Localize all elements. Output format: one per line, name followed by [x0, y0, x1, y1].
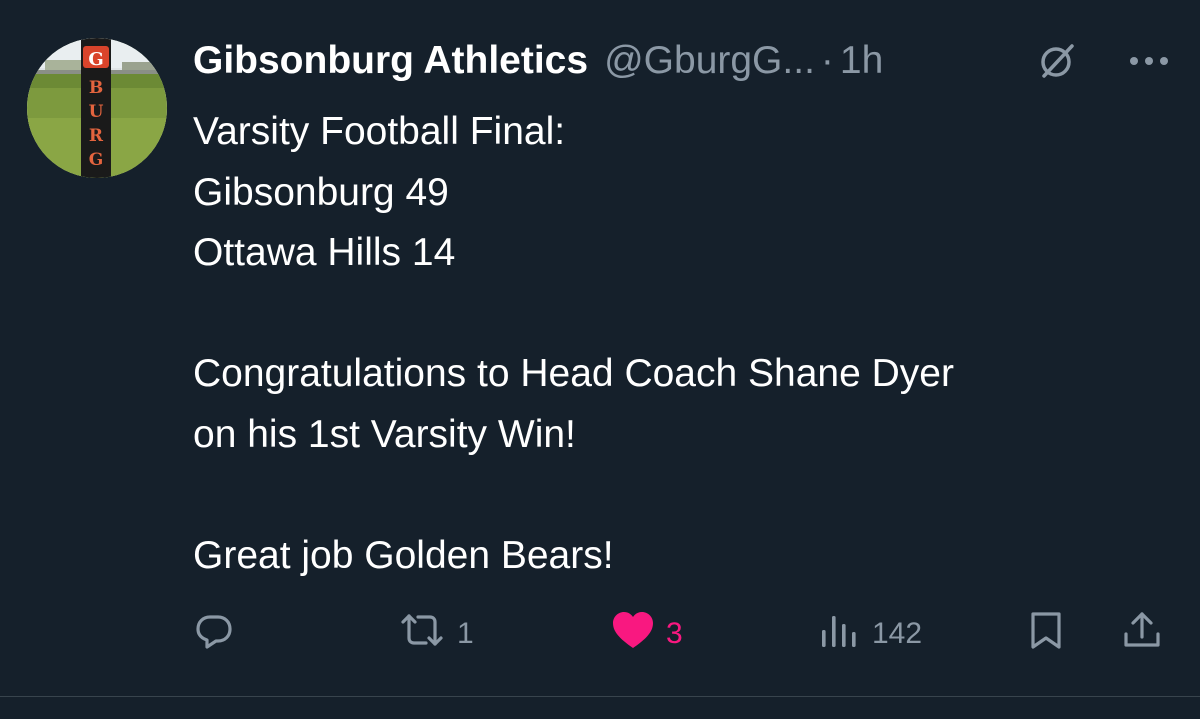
tweet-text-line: Congratulations to Head Coach Shane Dyer	[193, 352, 954, 395]
like-button[interactable]: 3	[610, 604, 683, 664]
views-count: 142	[872, 617, 923, 650]
tweet-text-line: Ottawa Hills 14	[193, 231, 456, 274]
separator-dot: ·	[820, 39, 834, 82]
avatar-image: G B U R G	[27, 38, 167, 178]
avatar-post-letter: G	[88, 49, 103, 70]
retweet-count: 1	[457, 617, 474, 650]
bookmark-button[interactable]	[1026, 604, 1066, 664]
more-dots-icon[interactable]	[1128, 55, 1170, 67]
avatar-post-letter: G	[89, 150, 104, 170]
tweet-text-line	[193, 465, 1173, 526]
share-upload-icon	[1120, 608, 1164, 660]
tweet-text-line: on his 1st Varsity Win!	[193, 412, 576, 456]
action-bar: 1 3 142	[0, 604, 1200, 664]
views-button[interactable]: 142	[818, 604, 922, 664]
tweet-text-line: Great job Golden Bears!	[193, 533, 614, 577]
tweet[interactable]: G B U R G Gibsonburg Athletics @GburgG..…	[0, 0, 1200, 696]
share-button[interactable]	[1120, 604, 1164, 664]
tweet-text-line	[193, 284, 1173, 345]
avatar-post-letter: R	[89, 126, 104, 146]
header-actions	[1036, 36, 1170, 86]
display-name[interactable]: Gibsonburg Athletics	[193, 39, 588, 83]
retweet-button[interactable]: 1	[397, 604, 474, 664]
bookmark-icon	[1026, 608, 1066, 660]
user-handle[interactable]: @GburgG...	[604, 39, 815, 83]
tweet-text: Varsity Football Final: Gibsonburg 49 Ot…	[193, 102, 1173, 586]
like-count: 3	[666, 617, 683, 650]
heart-filled-icon	[610, 609, 656, 659]
reply-bubble-icon	[192, 608, 236, 660]
bar-chart-icon	[818, 608, 862, 660]
avatar[interactable]: G B U R G	[27, 38, 167, 178]
tweet-divider	[0, 696, 1200, 697]
tweet-header: Gibsonburg Athletics @GburgG... · 1h	[193, 36, 883, 86]
avatar-post-letter: U	[89, 102, 104, 122]
grok-slash-icon[interactable]	[1036, 41, 1076, 81]
tweet-text-line: Varsity Football Final:	[193, 110, 566, 153]
tweet-text-line: Gibsonburg 49	[193, 170, 449, 214]
avatar-post-letter: B	[89, 78, 103, 98]
reply-button[interactable]	[192, 604, 236, 664]
retweet-icon	[397, 608, 447, 660]
timestamp[interactable]: 1h	[840, 39, 883, 83]
